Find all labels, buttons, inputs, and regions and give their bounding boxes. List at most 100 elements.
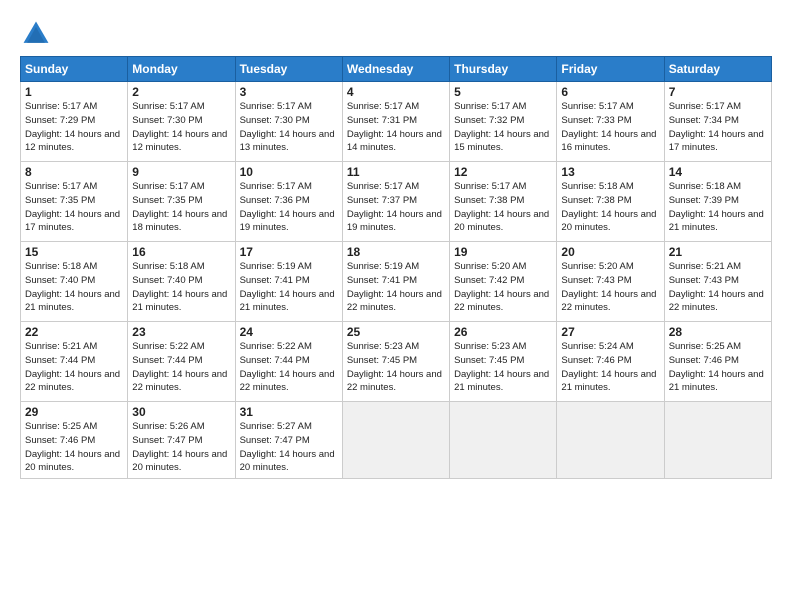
week-row-1: 1 Sunrise: 5:17 AMSunset: 7:29 PMDayligh…: [21, 82, 772, 162]
day-number: 21: [669, 245, 767, 259]
day-info: Sunrise: 5:17 AMSunset: 7:38 PMDaylight:…: [454, 180, 552, 235]
day-info: Sunrise: 5:17 AMSunset: 7:34 PMDaylight:…: [669, 100, 767, 155]
day-info: Sunrise: 5:18 AMSunset: 7:40 PMDaylight:…: [132, 260, 230, 315]
day-info: Sunrise: 5:21 AMSunset: 7:44 PMDaylight:…: [25, 340, 123, 395]
day-info: Sunrise: 5:17 AMSunset: 7:36 PMDaylight:…: [240, 180, 338, 235]
day-info: Sunrise: 5:19 AMSunset: 7:41 PMDaylight:…: [240, 260, 338, 315]
day-cell-10: 10 Sunrise: 5:17 AMSunset: 7:36 PMDaylig…: [235, 162, 342, 242]
day-cell-16: 16 Sunrise: 5:18 AMSunset: 7:40 PMDaylig…: [128, 242, 235, 322]
day-info: Sunrise: 5:17 AMSunset: 7:35 PMDaylight:…: [132, 180, 230, 235]
day-number: 2: [132, 85, 230, 99]
week-row-5: 29 Sunrise: 5:25 AMSunset: 7:46 PMDaylig…: [21, 402, 772, 479]
day-cell-7: 7 Sunrise: 5:17 AMSunset: 7:34 PMDayligh…: [664, 82, 771, 162]
day-cell-3: 3 Sunrise: 5:17 AMSunset: 7:30 PMDayligh…: [235, 82, 342, 162]
day-cell-27: 27 Sunrise: 5:24 AMSunset: 7:46 PMDaylig…: [557, 322, 664, 402]
day-number: 14: [669, 165, 767, 179]
day-info: Sunrise: 5:18 AMSunset: 7:38 PMDaylight:…: [561, 180, 659, 235]
day-number: 28: [669, 325, 767, 339]
day-info: Sunrise: 5:18 AMSunset: 7:39 PMDaylight:…: [669, 180, 767, 235]
day-info: Sunrise: 5:17 AMSunset: 7:30 PMDaylight:…: [132, 100, 230, 155]
day-number: 5: [454, 85, 552, 99]
col-friday: Friday: [557, 57, 664, 82]
col-wednesday: Wednesday: [342, 57, 449, 82]
day-info: Sunrise: 5:21 AMSunset: 7:43 PMDaylight:…: [669, 260, 767, 315]
empty-cell: [557, 402, 664, 479]
day-cell-30: 30 Sunrise: 5:26 AMSunset: 7:47 PMDaylig…: [128, 402, 235, 479]
day-number: 8: [25, 165, 123, 179]
day-number: 29: [25, 405, 123, 419]
day-number: 27: [561, 325, 659, 339]
day-info: Sunrise: 5:26 AMSunset: 7:47 PMDaylight:…: [132, 420, 230, 475]
day-info: Sunrise: 5:17 AMSunset: 7:37 PMDaylight:…: [347, 180, 445, 235]
day-number: 11: [347, 165, 445, 179]
day-number: 4: [347, 85, 445, 99]
day-number: 9: [132, 165, 230, 179]
day-cell-29: 29 Sunrise: 5:25 AMSunset: 7:46 PMDaylig…: [21, 402, 128, 479]
col-thursday: Thursday: [450, 57, 557, 82]
day-number: 18: [347, 245, 445, 259]
day-cell-24: 24 Sunrise: 5:22 AMSunset: 7:44 PMDaylig…: [235, 322, 342, 402]
day-cell-20: 20 Sunrise: 5:20 AMSunset: 7:43 PMDaylig…: [557, 242, 664, 322]
day-cell-13: 13 Sunrise: 5:18 AMSunset: 7:38 PMDaylig…: [557, 162, 664, 242]
day-number: 26: [454, 325, 552, 339]
day-info: Sunrise: 5:17 AMSunset: 7:32 PMDaylight:…: [454, 100, 552, 155]
logo-icon: [20, 18, 52, 50]
day-number: 19: [454, 245, 552, 259]
day-cell-19: 19 Sunrise: 5:20 AMSunset: 7:42 PMDaylig…: [450, 242, 557, 322]
day-info: Sunrise: 5:22 AMSunset: 7:44 PMDaylight:…: [132, 340, 230, 395]
day-cell-22: 22 Sunrise: 5:21 AMSunset: 7:44 PMDaylig…: [21, 322, 128, 402]
day-cell-2: 2 Sunrise: 5:17 AMSunset: 7:30 PMDayligh…: [128, 82, 235, 162]
day-number: 20: [561, 245, 659, 259]
day-cell-31: 31 Sunrise: 5:27 AMSunset: 7:47 PMDaylig…: [235, 402, 342, 479]
day-number: 1: [25, 85, 123, 99]
day-info: Sunrise: 5:23 AMSunset: 7:45 PMDaylight:…: [347, 340, 445, 395]
day-number: 13: [561, 165, 659, 179]
day-cell-9: 9 Sunrise: 5:17 AMSunset: 7:35 PMDayligh…: [128, 162, 235, 242]
day-info: Sunrise: 5:17 AMSunset: 7:30 PMDaylight:…: [240, 100, 338, 155]
day-info: Sunrise: 5:17 AMSunset: 7:35 PMDaylight:…: [25, 180, 123, 235]
day-info: Sunrise: 5:19 AMSunset: 7:41 PMDaylight:…: [347, 260, 445, 315]
col-monday: Monday: [128, 57, 235, 82]
header: [20, 18, 772, 50]
col-sunday: Sunday: [21, 57, 128, 82]
day-cell-18: 18 Sunrise: 5:19 AMSunset: 7:41 PMDaylig…: [342, 242, 449, 322]
day-number: 15: [25, 245, 123, 259]
day-cell-6: 6 Sunrise: 5:17 AMSunset: 7:33 PMDayligh…: [557, 82, 664, 162]
day-info: Sunrise: 5:25 AMSunset: 7:46 PMDaylight:…: [669, 340, 767, 395]
day-cell-28: 28 Sunrise: 5:25 AMSunset: 7:46 PMDaylig…: [664, 322, 771, 402]
week-row-3: 15 Sunrise: 5:18 AMSunset: 7:40 PMDaylig…: [21, 242, 772, 322]
day-info: Sunrise: 5:25 AMSunset: 7:46 PMDaylight:…: [25, 420, 123, 475]
col-saturday: Saturday: [664, 57, 771, 82]
day-number: 3: [240, 85, 338, 99]
day-cell-26: 26 Sunrise: 5:23 AMSunset: 7:45 PMDaylig…: [450, 322, 557, 402]
day-cell-1: 1 Sunrise: 5:17 AMSunset: 7:29 PMDayligh…: [21, 82, 128, 162]
day-number: 24: [240, 325, 338, 339]
day-number: 16: [132, 245, 230, 259]
empty-cell: [664, 402, 771, 479]
day-number: 30: [132, 405, 230, 419]
page: Sunday Monday Tuesday Wednesday Thursday…: [0, 0, 792, 489]
day-number: 17: [240, 245, 338, 259]
day-info: Sunrise: 5:22 AMSunset: 7:44 PMDaylight:…: [240, 340, 338, 395]
day-number: 7: [669, 85, 767, 99]
day-number: 12: [454, 165, 552, 179]
day-cell-8: 8 Sunrise: 5:17 AMSunset: 7:35 PMDayligh…: [21, 162, 128, 242]
day-cell-4: 4 Sunrise: 5:17 AMSunset: 7:31 PMDayligh…: [342, 82, 449, 162]
day-info: Sunrise: 5:27 AMSunset: 7:47 PMDaylight:…: [240, 420, 338, 475]
day-cell-14: 14 Sunrise: 5:18 AMSunset: 7:39 PMDaylig…: [664, 162, 771, 242]
logo: [20, 18, 56, 50]
day-cell-12: 12 Sunrise: 5:17 AMSunset: 7:38 PMDaylig…: [450, 162, 557, 242]
day-number: 31: [240, 405, 338, 419]
day-info: Sunrise: 5:24 AMSunset: 7:46 PMDaylight:…: [561, 340, 659, 395]
day-info: Sunrise: 5:18 AMSunset: 7:40 PMDaylight:…: [25, 260, 123, 315]
day-info: Sunrise: 5:23 AMSunset: 7:45 PMDaylight:…: [454, 340, 552, 395]
day-cell-5: 5 Sunrise: 5:17 AMSunset: 7:32 PMDayligh…: [450, 82, 557, 162]
day-cell-17: 17 Sunrise: 5:19 AMSunset: 7:41 PMDaylig…: [235, 242, 342, 322]
day-info: Sunrise: 5:20 AMSunset: 7:42 PMDaylight:…: [454, 260, 552, 315]
weekday-header-row: Sunday Monday Tuesday Wednesday Thursday…: [21, 57, 772, 82]
day-cell-23: 23 Sunrise: 5:22 AMSunset: 7:44 PMDaylig…: [128, 322, 235, 402]
col-tuesday: Tuesday: [235, 57, 342, 82]
day-info: Sunrise: 5:17 AMSunset: 7:33 PMDaylight:…: [561, 100, 659, 155]
day-cell-11: 11 Sunrise: 5:17 AMSunset: 7:37 PMDaylig…: [342, 162, 449, 242]
day-info: Sunrise: 5:17 AMSunset: 7:31 PMDaylight:…: [347, 100, 445, 155]
